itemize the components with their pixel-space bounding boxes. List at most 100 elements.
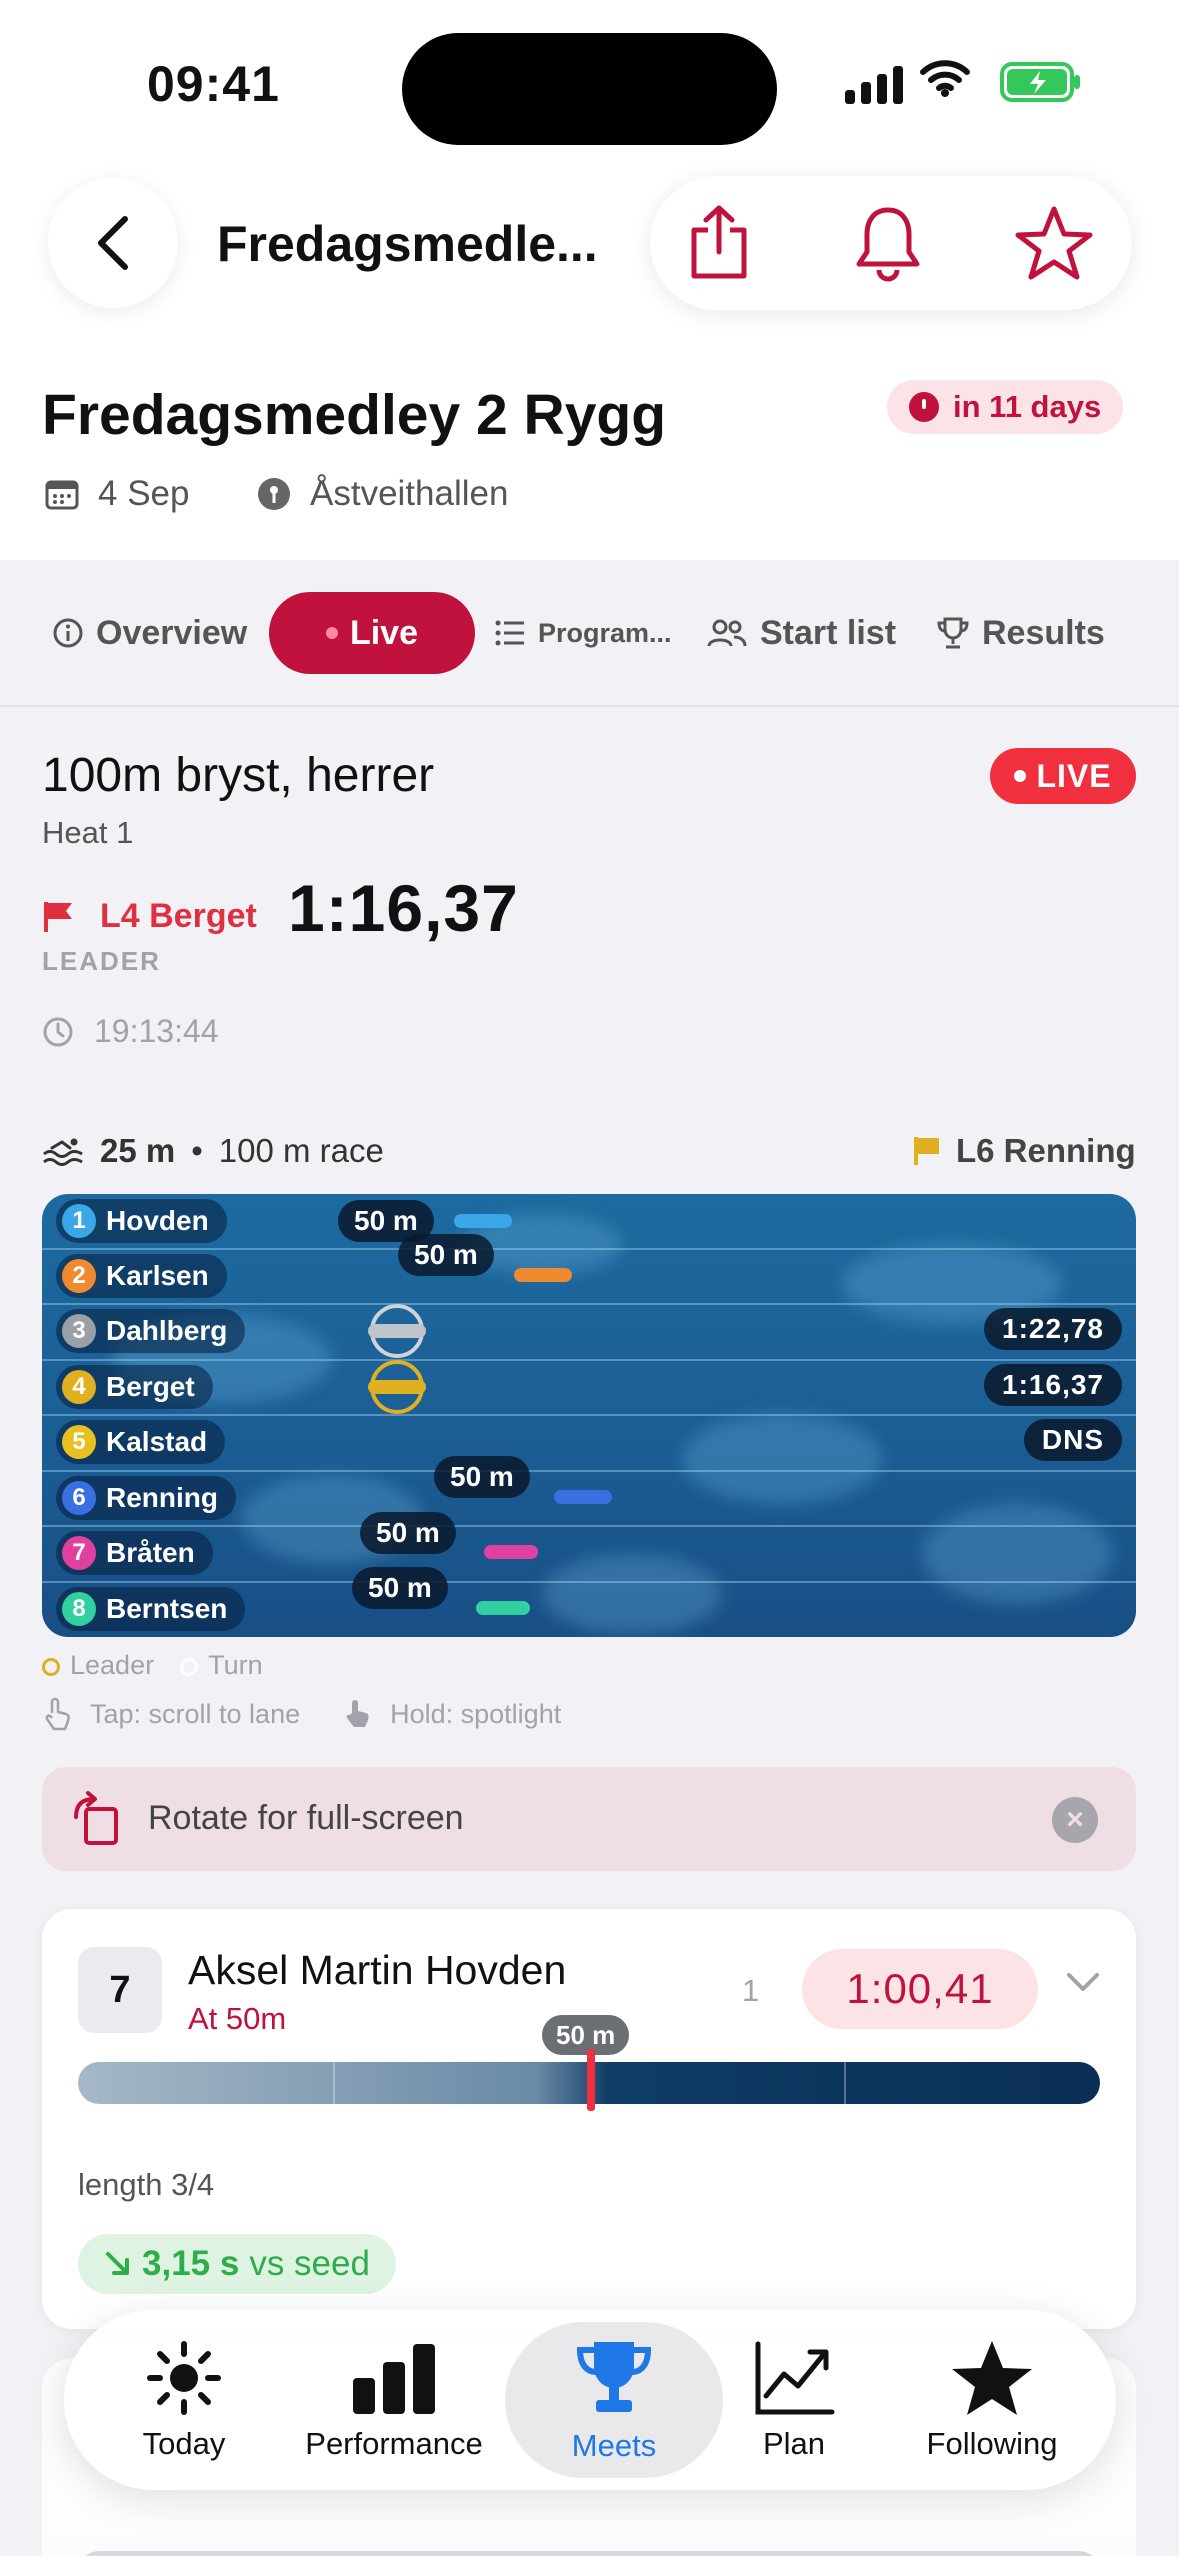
hint-tap: Tap: scroll to lane xyxy=(90,1698,301,1729)
rotate-banner[interactable]: Rotate for full-screen × xyxy=(42,1767,1136,1871)
list-icon xyxy=(495,620,524,646)
lane-result: 1:16,37 xyxy=(984,1364,1122,1406)
tab-start-list[interactable]: Start list xyxy=(706,592,896,674)
race-distance: 100 m race xyxy=(218,1132,384,1169)
split-chip: 50 m xyxy=(434,1456,530,1498)
meet-date: 4 Sep xyxy=(44,474,189,514)
lane-label[interactable]: 7 Bråten xyxy=(56,1531,213,1575)
meet-venue[interactable]: Åstveithallen xyxy=(256,474,508,514)
lane-label[interactable]: 8 Berntsen xyxy=(56,1587,246,1631)
race-clock-text: 19:13:44 xyxy=(94,1013,219,1049)
meet-date-text: 4 Sep xyxy=(98,474,190,513)
nav-title: Fredagsmedle... xyxy=(217,216,598,272)
split-chip: 50 m xyxy=(398,1234,494,1276)
action-pill xyxy=(650,176,1132,310)
trend-icon xyxy=(755,2341,835,2415)
wifi-icon xyxy=(920,60,970,97)
divider xyxy=(0,705,1179,707)
athlete-place: 1 xyxy=(742,1973,760,2008)
legend-turn-text: Turn xyxy=(208,1650,263,1680)
race-progress-bar xyxy=(78,2551,1100,2556)
chevron-left-icon xyxy=(98,216,128,270)
athlete-card[interactable]: 7 Aksel Martin Hovden At 50m 1 1:00,41 5… xyxy=(42,1909,1136,2329)
hint-hold: Hold: spotlight xyxy=(390,1698,562,1729)
lane-number: 5 xyxy=(62,1425,96,1459)
share-icon[interactable] xyxy=(686,204,752,282)
flag-icon xyxy=(44,901,72,932)
split-chip: 50 m xyxy=(360,1512,456,1554)
leader-lane: L4 Berget xyxy=(42,897,257,936)
chevron-down-icon[interactable] xyxy=(1066,1971,1100,1993)
battery-icon xyxy=(1000,62,1080,102)
lane-label[interactable]: 6 Renning xyxy=(56,1476,236,1520)
tab-following[interactable]: Following xyxy=(892,2310,1092,2490)
turn-ring-icon xyxy=(180,1657,199,1676)
lane-swimmer: Berget xyxy=(106,1371,195,1402)
meet-venue-text: Åstveithallen xyxy=(310,474,509,513)
pool-visualization[interactable]: 1 Hovden 2 Karlsen 3 Dahlberg 4 Berget 5… xyxy=(42,1194,1136,1637)
lane-label[interactable]: 2 Karlsen xyxy=(56,1254,227,1298)
signal-icon xyxy=(845,66,903,104)
tab-overview[interactable]: Overview xyxy=(52,592,247,674)
lane-swimmer: Dahlberg xyxy=(106,1315,228,1346)
lane-number: 7 xyxy=(62,1536,96,1570)
meet-title: Fredagsmedley 2 Rygg xyxy=(42,383,667,447)
trophy-icon xyxy=(937,617,969,649)
lane-swimmer: Hovden xyxy=(106,1205,209,1236)
star-icon[interactable] xyxy=(1014,204,1094,282)
lane-result: 1:22,78 xyxy=(984,1308,1122,1350)
lane-swimmer: Bråten xyxy=(106,1537,195,1568)
tab-live[interactable]: Live xyxy=(269,592,475,674)
lane-label[interactable]: 5 Kalstad xyxy=(56,1420,226,1464)
bottom-tab-bar: Today Performance Meets Plan Following xyxy=(64,2310,1116,2490)
lane-swimmer: Kalstad xyxy=(106,1426,208,1457)
tab-label: Today xyxy=(142,2426,226,2461)
tab-label: Plan xyxy=(762,2426,826,2461)
lane-swimmer: Renning xyxy=(106,1482,218,1513)
pool-length: 25 m xyxy=(100,1132,176,1169)
tab-performance[interactable]: Performance xyxy=(294,2310,494,2490)
swimmer-marker xyxy=(554,1490,612,1504)
swimmer-marker xyxy=(476,1601,530,1615)
event-heat: Heat 1 xyxy=(42,815,134,850)
tab-plan[interactable]: Plan xyxy=(724,2310,864,2490)
tab-label: Following xyxy=(926,2426,1058,2461)
lane-label[interactable]: 3 Dahlberg xyxy=(56,1309,246,1353)
meet-tabs: Overview Live Program... Start list Resu… xyxy=(0,592,1179,674)
status-time: 09:41 xyxy=(147,56,280,112)
lane-label[interactable]: 4 Berget xyxy=(56,1365,213,1409)
back-button[interactable] xyxy=(48,178,178,308)
swimmer-marker xyxy=(484,1545,538,1559)
tab-results[interactable]: Results xyxy=(936,592,1105,674)
swimming-icon xyxy=(43,1138,83,1166)
trophy-icon xyxy=(576,2342,652,2412)
live-dot-icon xyxy=(325,627,338,639)
lane-number: 2 xyxy=(62,1259,96,1293)
athlete-lane: 7 xyxy=(78,1947,162,2033)
lane-number: 6 xyxy=(62,1481,96,1515)
athlete-name: Aksel Martin Hovden xyxy=(188,1947,567,1993)
lane-swimmer: Berntsen xyxy=(106,1593,228,1624)
bell-icon[interactable] xyxy=(853,204,923,282)
close-icon[interactable]: × xyxy=(1052,1797,1098,1843)
vs-seed-label: vs seed xyxy=(249,2244,370,2283)
swimmer-marker xyxy=(514,1268,572,1282)
tab-label: Performance xyxy=(305,2426,483,2461)
tab-program[interactable]: Program... xyxy=(494,592,672,674)
lane-result: DNS xyxy=(1023,1419,1122,1461)
countdown-text: in 11 days xyxy=(953,389,1102,424)
tab-today[interactable]: Today xyxy=(124,2310,244,2490)
swimmer-marker xyxy=(368,1380,426,1394)
tab-label: Live xyxy=(349,613,419,652)
swimmer-marker xyxy=(368,1324,426,1338)
people-icon xyxy=(707,619,747,647)
tab-meets[interactable]: Meets xyxy=(534,2310,694,2490)
tab-label: Start list xyxy=(760,613,897,652)
leader-time: 1:16,37 xyxy=(288,871,519,945)
calendar-icon xyxy=(45,480,79,510)
leader-lane-text: L4 Berget xyxy=(100,897,257,935)
lane-number: 8 xyxy=(62,1592,96,1626)
rotate-banner-text: Rotate for full-screen xyxy=(148,1799,464,1837)
clock-icon xyxy=(909,392,939,422)
lane-label[interactable]: 1 Hovden xyxy=(56,1199,227,1243)
